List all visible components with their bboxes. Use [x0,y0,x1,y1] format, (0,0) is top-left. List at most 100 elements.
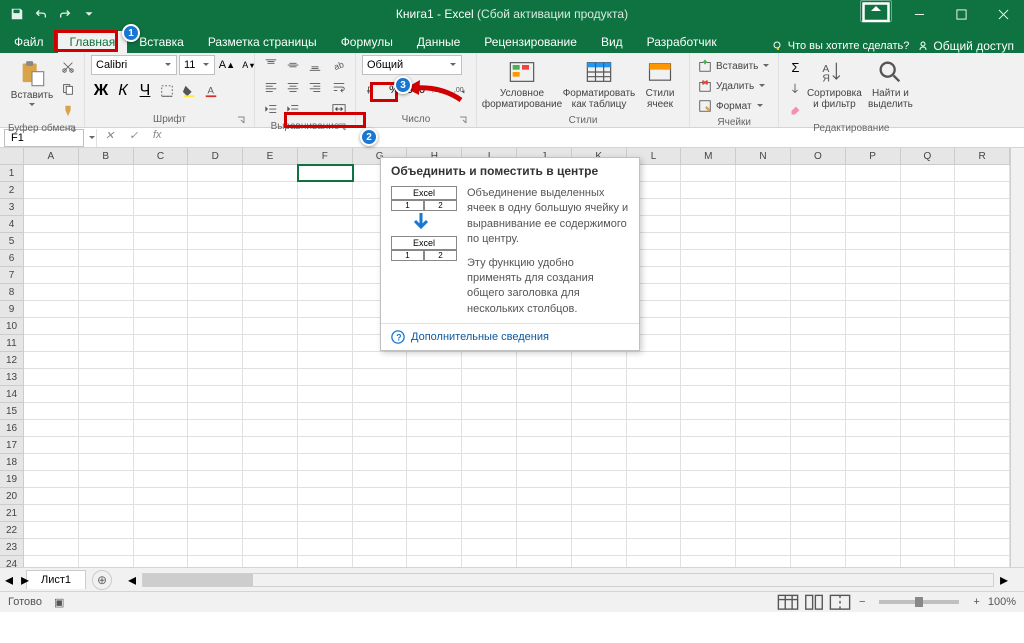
column-header[interactable]: B [79,148,134,164]
tab-page-layout[interactable]: Разметка страницы [196,31,329,53]
minimize-button[interactable] [898,0,940,28]
sheet-nav-prev-icon[interactable]: ◂ [2,573,16,587]
fill-icon[interactable] [785,79,805,99]
delete-cells-button[interactable]: Удалить [696,77,768,95]
undo-icon[interactable] [32,5,50,23]
tab-developer[interactable]: Разработчик [635,31,729,53]
tab-data[interactable]: Данные [405,31,472,53]
column-header[interactable]: D [188,148,243,164]
column-header[interactable]: R [955,148,1010,164]
enter-formula-icon[interactable]: ✓ [129,129,147,147]
number-launcher-icon[interactable] [458,115,468,125]
column-header[interactable]: O [791,148,846,164]
row-header[interactable]: 5 [0,233,23,250]
qat-customize-icon[interactable] [80,5,98,23]
row-header[interactable]: 8 [0,284,23,301]
page-break-view-icon[interactable] [829,594,851,610]
fx-icon[interactable]: fx [153,129,171,147]
sort-filter-button[interactable]: АЯСортировка и фильтр [805,55,863,113]
tab-file[interactable]: Файл [0,31,58,53]
cancel-formula-icon[interactable]: ✕ [105,129,123,147]
paste-button[interactable]: Вставить [6,55,58,113]
row-header[interactable]: 2 [0,182,23,199]
zoom-slider[interactable] [879,600,959,604]
currency-icon[interactable]: ₽ [362,80,382,100]
font-launcher-icon[interactable] [236,115,246,125]
autosum-icon[interactable]: Σ [785,57,805,77]
select-all-corner[interactable] [0,148,23,165]
row-header[interactable]: 10 [0,318,23,335]
row-header[interactable]: 17 [0,437,23,454]
cut-icon[interactable] [58,57,78,77]
column-header[interactable]: N [736,148,791,164]
increase-indent-icon[interactable] [283,99,303,119]
tooltip-more-info-link[interactable]: ? Дополнительные сведения [381,323,639,350]
row-header[interactable]: 4 [0,216,23,233]
align-bottom-icon[interactable] [305,55,325,75]
zoom-level[interactable]: 100% [988,596,1016,608]
conditional-formatting-button[interactable]: Условное форматирование [483,55,561,113]
font-size-select[interactable]: 11 [179,55,215,75]
clear-icon[interactable] [785,101,805,121]
column-header[interactable]: E [243,148,298,164]
column-header[interactable]: C [134,148,189,164]
grow-font-icon[interactable]: A▲ [217,55,237,75]
border-icon[interactable] [157,81,177,101]
column-header[interactable]: P [846,148,901,164]
name-box-dropdown-icon[interactable] [88,134,96,142]
macro-record-icon[interactable]: ▣ [54,596,64,609]
share-button[interactable]: Общий доступ [917,39,1014,53]
horizontal-scrollbar[interactable]: ◂▸ [122,570,1014,590]
tab-formulas[interactable]: Формулы [329,31,405,53]
row-header[interactable]: 9 [0,301,23,318]
column-header[interactable]: Q [901,148,956,164]
row-header[interactable]: 7 [0,267,23,284]
row-header[interactable]: 18 [0,454,23,471]
row-header[interactable]: 1 [0,165,23,182]
format-cells-button[interactable]: Формат [696,97,766,115]
tab-home[interactable]: Главная [58,31,128,53]
fill-color-icon[interactable] [179,81,199,101]
row-header[interactable]: 16 [0,420,23,437]
tab-view[interactable]: Вид [589,31,635,53]
row-header[interactable]: 22 [0,522,23,539]
align-middle-icon[interactable] [283,55,303,75]
column-header[interactable]: A [24,148,79,164]
row-header[interactable]: 23 [0,539,23,556]
sheet-tab-1[interactable]: Лист1 [26,570,86,589]
format-as-table-button[interactable]: Форматировать как таблицу [561,55,637,113]
row-header[interactable]: 6 [0,250,23,267]
column-header[interactable]: M [681,148,736,164]
tell-me-search[interactable]: Что вы хотите сделать? [772,40,910,52]
bold-button[interactable]: Ж [91,81,111,101]
sheet-nav-next-icon[interactable]: ▸ [18,573,32,587]
row-header[interactable]: 19 [0,471,23,488]
font-name-select[interactable]: Calibri [91,55,177,75]
row-header[interactable]: 20 [0,488,23,505]
format-painter-icon[interactable] [58,101,78,121]
cell-styles-button[interactable]: Стили ячеек [637,55,683,113]
increase-decimal-icon[interactable]: ,0 [428,80,448,100]
clipboard-launcher-icon[interactable] [66,124,76,134]
row-header[interactable]: 15 [0,403,23,420]
find-select-button[interactable]: Найти и выделить [863,55,917,113]
row-header[interactable]: 21 [0,505,23,522]
row-header[interactable]: 24 [0,556,23,568]
merge-center-button[interactable] [329,99,349,119]
page-layout-view-icon[interactable] [803,594,825,610]
save-icon[interactable] [8,5,26,23]
align-top-icon[interactable] [261,55,281,75]
copy-icon[interactable] [58,79,78,99]
row-header[interactable]: 11 [0,335,23,352]
row-header[interactable]: 13 [0,369,23,386]
add-sheet-button[interactable]: ⊕ [92,570,112,590]
normal-view-icon[interactable] [777,594,799,610]
row-header[interactable]: 12 [0,352,23,369]
italic-button[interactable]: К [113,81,133,101]
font-color-icon[interactable]: A [201,81,221,101]
row-header[interactable]: 3 [0,199,23,216]
column-header[interactable]: F [298,148,353,164]
align-center-icon[interactable] [283,77,303,97]
redo-icon[interactable] [56,5,74,23]
vertical-scrollbar[interactable] [1010,148,1024,567]
